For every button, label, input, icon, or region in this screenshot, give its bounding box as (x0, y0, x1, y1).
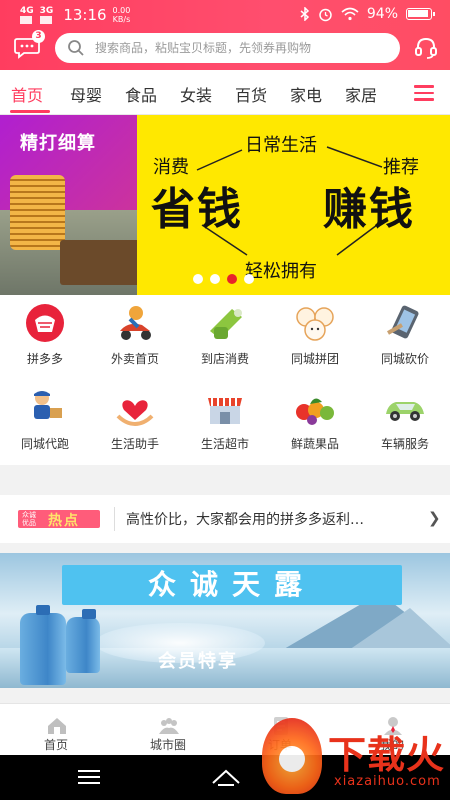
grid-item-fruit[interactable]: 鲜蔬果品 (270, 380, 360, 455)
banner-text-daily: 日常生活 (245, 135, 317, 156)
promo-sign: 众诚天露 (62, 565, 402, 605)
bluetooth-icon (300, 7, 309, 21)
grid-item-group-buy[interactable]: 同城拼团 (270, 295, 360, 370)
grid-item-life-helper[interactable]: 生活助手 (90, 380, 180, 455)
tab-appliances[interactable]: 家电 (290, 82, 322, 106)
carousel-dots (193, 274, 254, 284)
abacus-image (60, 240, 137, 285)
carousel-dot[interactable] (244, 274, 254, 284)
grid-item-bargain[interactable]: 同城砍价 (360, 295, 450, 370)
delivery-icon (120, 306, 151, 340)
signal-icon-2: 3G (39, 6, 53, 24)
watermark-logo: 下载火 xiazaihuo.com (262, 718, 447, 800)
nav-city-circle[interactable]: 城市圈 (112, 704, 224, 756)
divider (114, 507, 115, 531)
alarm-icon (319, 8, 332, 21)
network-speed: 0.00 KB/s (112, 6, 131, 24)
tab-womens-wear[interactable]: 女装 (180, 82, 212, 106)
tab-maternal[interactable]: 母婴 (70, 82, 102, 106)
service-grid: 拼多多 外卖首页 到店消费 同城拼团 同城砍价 同城代跑 生活助手 生活超市 鲜… (0, 295, 450, 465)
signal-icon: 4G (20, 6, 34, 24)
menu-icon[interactable] (414, 85, 434, 101)
system-menu-icon[interactable] (78, 770, 100, 785)
promo-tag: 会员特享 (158, 651, 238, 672)
bargain-icon (387, 305, 419, 339)
hot-news-bar[interactable]: 众诚 优品 热点 高性价比，大家都会用的拼多多返利… ❯ (0, 495, 450, 543)
group-buy-icon (296, 307, 334, 341)
hero-banner[interactable]: 精打细算 日常生活 消费 推荐 省钱 赚钱 轻松拥有 (0, 115, 450, 295)
banner-left-image: 精打细算 (0, 115, 137, 295)
tab-home-living[interactable]: 家居 (345, 82, 377, 106)
banner-text-earn: 赚钱 (323, 184, 415, 235)
category-tabs: 首页 母婴 食品 女装 百货 家电 家居 (0, 70, 450, 115)
grid-item-pinduoduo[interactable]: 拼多多 (0, 295, 90, 370)
chevron-right-icon[interactable]: ❯ (428, 509, 441, 527)
pinduoduo-icon (26, 304, 64, 342)
battery-icon (406, 8, 435, 20)
carousel-dot-active[interactable] (227, 274, 237, 284)
store-visit-icon (210, 309, 242, 339)
carousel-dot[interactable] (193, 274, 203, 284)
watermark-title: 下载火 (328, 733, 446, 777)
errand-icon (34, 391, 62, 419)
grid-item-errand[interactable]: 同城代跑 (0, 380, 90, 455)
search-input[interactable] (95, 38, 390, 58)
water-bottle-image (66, 609, 100, 673)
system-home-icon[interactable] (210, 767, 242, 787)
clock: 13:16 (63, 6, 107, 24)
active-tab-indicator (10, 110, 50, 113)
tab-home[interactable]: 首页 (11, 82, 43, 106)
hot-news-logo: 众诚 优品 热点 (18, 510, 100, 529)
water-bottle-image (20, 605, 66, 685)
banner-slogan: 日常生活 消费 推荐 省钱 赚钱 轻松拥有 (137, 115, 450, 295)
car-service-icon (386, 402, 424, 421)
city-circle-icon (159, 718, 179, 734)
fruit-icon (296, 398, 334, 425)
message-badge: 3 (32, 30, 45, 43)
top-header: 4G 3G 13:16 0.00 KB/s 94% 3 搜索商品，粘贴宝贝标题，… (0, 0, 450, 70)
grid-item-store-visit[interactable]: 到店消费 (180, 295, 270, 370)
supermarket-icon (208, 398, 242, 424)
home-icon (48, 718, 66, 734)
customer-service-icon[interactable] (414, 36, 438, 60)
flame-icon (262, 718, 322, 794)
tab-general-goods[interactable]: 百货 (235, 82, 267, 106)
banner-left-label: 精打细算 (20, 133, 96, 154)
banner-text-easy: 轻松拥有 (245, 261, 317, 282)
promo-banner[interactable]: 众诚天露 会员特享 (0, 553, 450, 688)
nav-home[interactable]: 首页 (0, 704, 112, 756)
grid-item-delivery[interactable]: 外卖首页 (90, 295, 180, 370)
search-icon (68, 40, 84, 56)
banner-text-save: 省钱 (151, 184, 243, 235)
grid-item-car-service[interactable]: 车辆服务 (360, 380, 450, 455)
carousel-dot[interactable] (210, 274, 220, 284)
grid-item-supermarket[interactable]: 生活超市 (180, 380, 270, 455)
tab-food[interactable]: 食品 (125, 82, 157, 106)
status-bar: 4G 3G 13:16 0.00 KB/s 94% (0, 0, 450, 30)
coins-image (10, 175, 65, 250)
watermark-url: xiazaihuo.com (334, 774, 441, 789)
battery-percent: 94% (366, 6, 398, 22)
life-helper-icon (116, 400, 154, 427)
wifi-icon (341, 7, 359, 21)
search-bar[interactable] (55, 33, 400, 63)
hot-news-text[interactable]: 高性价比，大家都会用的拼多多返利… (126, 509, 422, 529)
